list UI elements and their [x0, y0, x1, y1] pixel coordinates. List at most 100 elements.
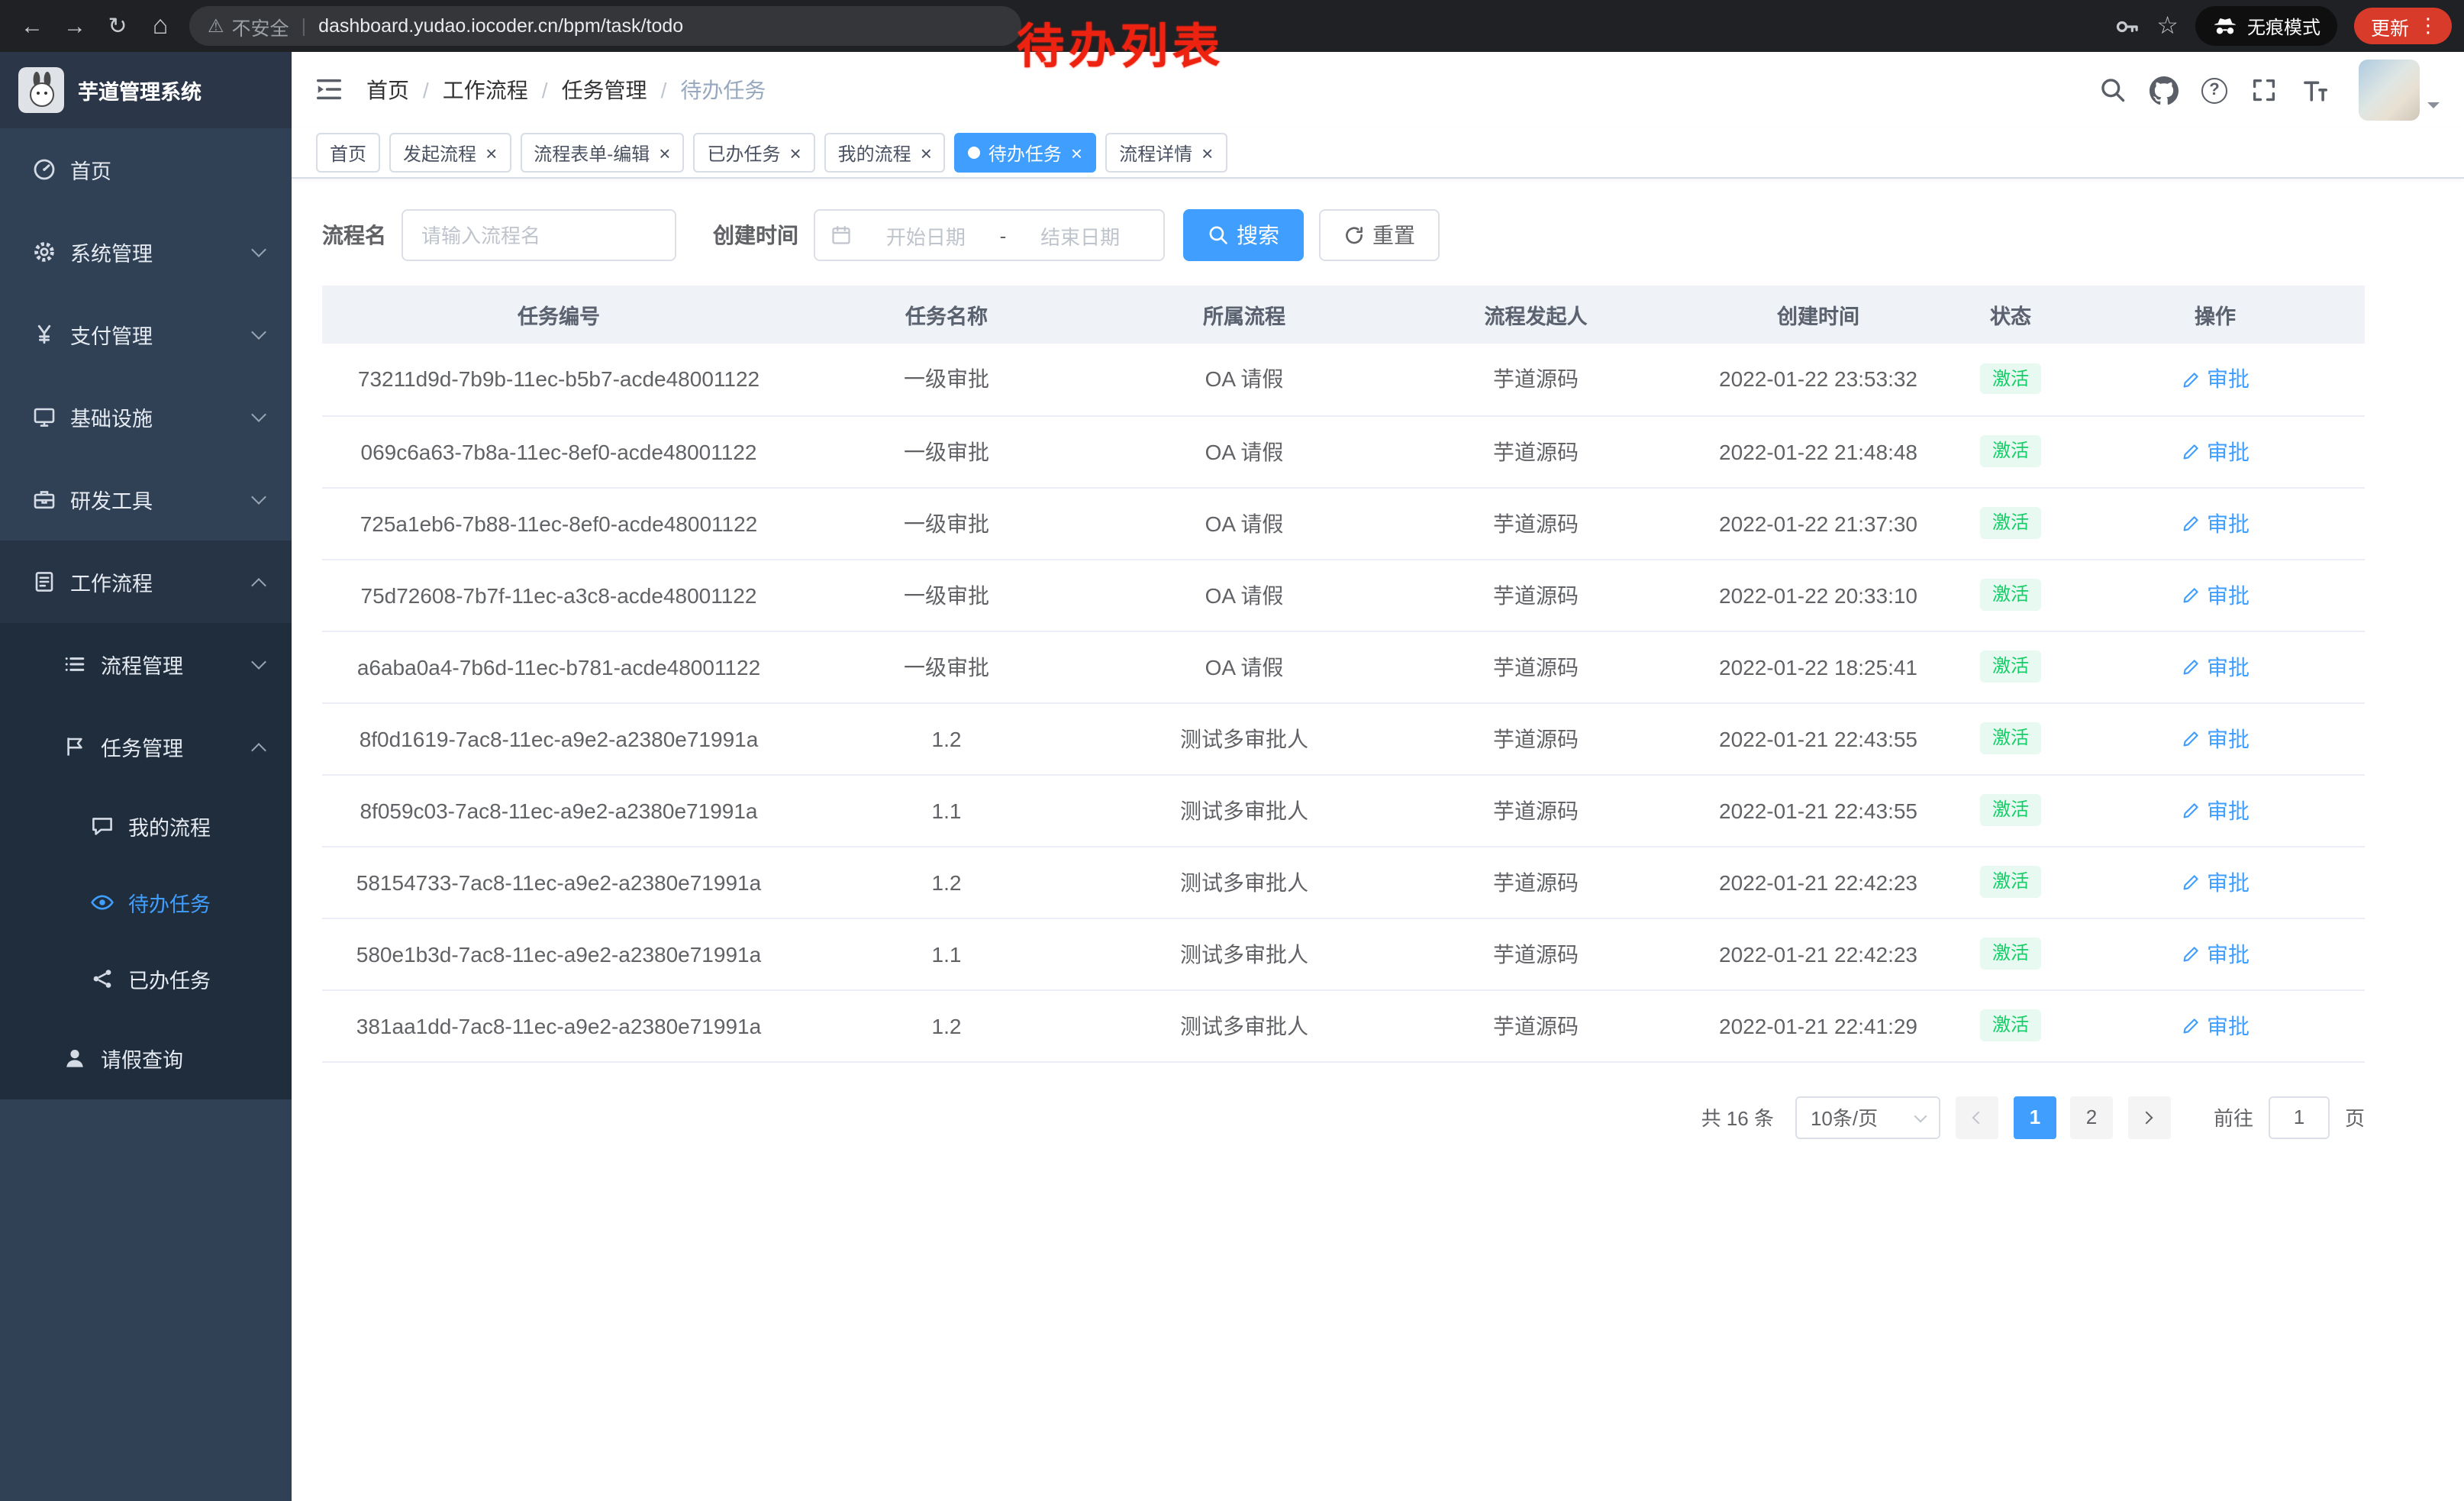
sidebar-item-label: 研发工具 [70, 484, 153, 515]
tab-process-detail[interactable]: 流程详情 × [1105, 133, 1227, 173]
back-button[interactable]: ← [12, 6, 52, 46]
column-header: 所属流程 [1098, 286, 1391, 344]
collapse-sidebar-icon[interactable] [314, 75, 345, 105]
password-key-icon[interactable] [2114, 13, 2140, 39]
breadcrumb-item[interactable]: 任务管理 [562, 75, 647, 105]
cell-status: 激活 [1956, 344, 2066, 415]
cell-action: 审批 [2066, 559, 2365, 631]
sidebar-item-payment[interactable]: 支付管理 [0, 293, 292, 376]
sidebar-item-leave-query[interactable]: 请假查询 [0, 1017, 292, 1099]
cell-created-time: 2022-01-22 21:37:30 [1681, 487, 1956, 559]
cell-task-id: 725a1eb6-7b88-11ec-8ef0-acde48001122 [322, 487, 795, 559]
cell-process: 测试多审批人 [1098, 846, 1391, 918]
page-button-2[interactable]: 2 [2070, 1096, 2113, 1138]
breadcrumb-item[interactable]: 工作流程 [443, 75, 528, 105]
user-avatar[interactable] [2359, 60, 2420, 121]
github-icon[interactable] [2150, 76, 2179, 105]
approve-link-label: 审批 [2207, 651, 2250, 682]
sidebar-item-system[interactable]: 系统管理 [0, 211, 292, 293]
bookmark-star-icon[interactable]: ☆ [2156, 11, 2179, 41]
cell-status: 激活 [1956, 774, 2066, 846]
search-icon [1208, 224, 1229, 246]
tab-home[interactable]: 首页 [316, 133, 380, 173]
caret-down-icon [2427, 102, 2440, 115]
toolbox-icon [31, 486, 56, 512]
close-tab-icon[interactable]: × [485, 143, 497, 163]
breadcrumb-separator: / [423, 78, 429, 102]
security-chip[interactable]: ⚠ 不安全 [208, 11, 289, 40]
sidebar-item-label: 系统管理 [70, 237, 153, 267]
table-header-row: 任务编号任务名称所属流程流程发起人创建时间状态操作 [322, 286, 2365, 344]
status-badge: 激活 [1980, 1010, 2041, 1041]
approve-link[interactable]: 审批 [2181, 364, 2250, 395]
monitor-icon [31, 404, 56, 430]
create-time-label: 创建时间 [713, 220, 798, 250]
close-tab-icon[interactable]: × [921, 143, 932, 163]
page-size-select[interactable]: 10条/页 [1795, 1096, 1940, 1138]
menu-dots-icon[interactable]: ⋮ [2418, 14, 2438, 38]
home-button[interactable]: ⌂ [140, 6, 180, 46]
sidebar-item-done-task[interactable]: 已办任务 [0, 941, 292, 1017]
chevron-down-icon [251, 654, 266, 669]
table-row: 58154733-7ac8-11ec-a9e2-a2380e71991a 1.2… [322, 846, 2365, 918]
approve-link[interactable]: 审批 [2181, 723, 2250, 754]
approve-link[interactable]: 审批 [2181, 867, 2250, 897]
close-tab-icon[interactable]: × [1201, 143, 1213, 163]
font-size-icon[interactable] [2301, 76, 2330, 105]
cell-created-time: 2022-01-22 23:53:32 [1681, 344, 1956, 415]
prev-page-button[interactable] [1956, 1096, 1998, 1138]
help-icon[interactable]: ? [2201, 77, 2227, 103]
approve-link[interactable]: 审批 [2181, 651, 2250, 682]
sidebar-item-label: 首页 [70, 154, 111, 185]
breadcrumb-item: 待办任务 [680, 75, 766, 105]
fullscreen-icon[interactable] [2250, 76, 2278, 104]
approve-link[interactable]: 审批 [2181, 1010, 2250, 1041]
tab-my-process[interactable]: 我的流程 × [824, 133, 946, 173]
close-tab-icon[interactable]: × [1071, 143, 1082, 163]
tab-label: 流程表单-编辑 [534, 140, 650, 166]
date-range-picker[interactable]: 开始日期 - 结束日期 [814, 209, 1165, 261]
reset-button[interactable]: 重置 [1319, 209, 1440, 261]
update-button[interactable]: 更新 ⋮ [2354, 8, 2452, 44]
sidebar-item-process-mgmt[interactable]: 流程管理 [0, 623, 292, 705]
sidebar-item-task-mgmt[interactable]: 任务管理 [0, 705, 292, 788]
approve-link[interactable]: 审批 [2181, 795, 2250, 825]
range-separator: - [1000, 224, 1007, 247]
address-bar[interactable]: ⚠ 不安全 | dashboard.yudao.iocoder.cn/bpm/t… [189, 6, 1021, 46]
cell-task-name: 1.2 [795, 702, 1098, 774]
approve-link[interactable]: 审批 [2181, 938, 2250, 969]
approve-link[interactable]: 审批 [2181, 579, 2250, 610]
approve-link[interactable]: 审批 [2181, 436, 2250, 466]
next-page-button[interactable] [2128, 1096, 2171, 1138]
tab-form-edit[interactable]: 流程表单-编辑 × [520, 133, 684, 173]
sidebar-item-label: 请假查询 [101, 1043, 183, 1073]
breadcrumb-item[interactable]: 首页 [366, 75, 409, 105]
search-button[interactable]: 搜索 [1183, 209, 1304, 261]
cell-task-id: 381aa1dd-7ac8-11ec-a9e2-a2380e71991a [322, 989, 795, 1061]
approve-link[interactable]: 审批 [2181, 508, 2250, 538]
sidebar-item-devtools[interactable]: 研发工具 [0, 458, 292, 541]
app-logo[interactable]: 芋道管理系统 [0, 52, 292, 128]
calendar-icon [830, 224, 852, 246]
approve-link-label: 审批 [2207, 795, 2250, 825]
tab-todo-task[interactable]: 待办任务 × [955, 133, 1096, 173]
close-tab-icon[interactable]: × [789, 143, 801, 163]
page-button-1[interactable]: 1 [2014, 1096, 2056, 1138]
url-text: dashboard.yudao.iocoder.cn/bpm/task/todo [318, 15, 683, 37]
start-date-placeholder: 开始日期 [858, 221, 994, 250]
status-badge: 激活 [1980, 795, 2041, 826]
sidebar-item-infrastructure[interactable]: 基础设施 [0, 376, 292, 458]
goto-page-input[interactable] [2269, 1096, 2330, 1138]
tab-start-process[interactable]: 发起流程 × [389, 133, 511, 173]
tab-done-task[interactable]: 已办任务 × [693, 133, 814, 173]
process-name-input[interactable] [402, 209, 676, 261]
forward-button[interactable]: → [55, 6, 95, 46]
reload-button[interactable]: ↻ [98, 6, 137, 46]
approve-link-label: 审批 [2207, 723, 2250, 754]
sidebar-item-todo-task[interactable]: 待办任务 [0, 864, 292, 941]
close-tab-icon[interactable]: × [659, 143, 670, 163]
search-icon[interactable] [2099, 76, 2127, 104]
sidebar-item-my-process[interactable]: 我的流程 [0, 788, 292, 864]
sidebar-item-workflow[interactable]: 工作流程 [0, 541, 292, 623]
sidebar-item-home[interactable]: 首页 [0, 128, 292, 211]
